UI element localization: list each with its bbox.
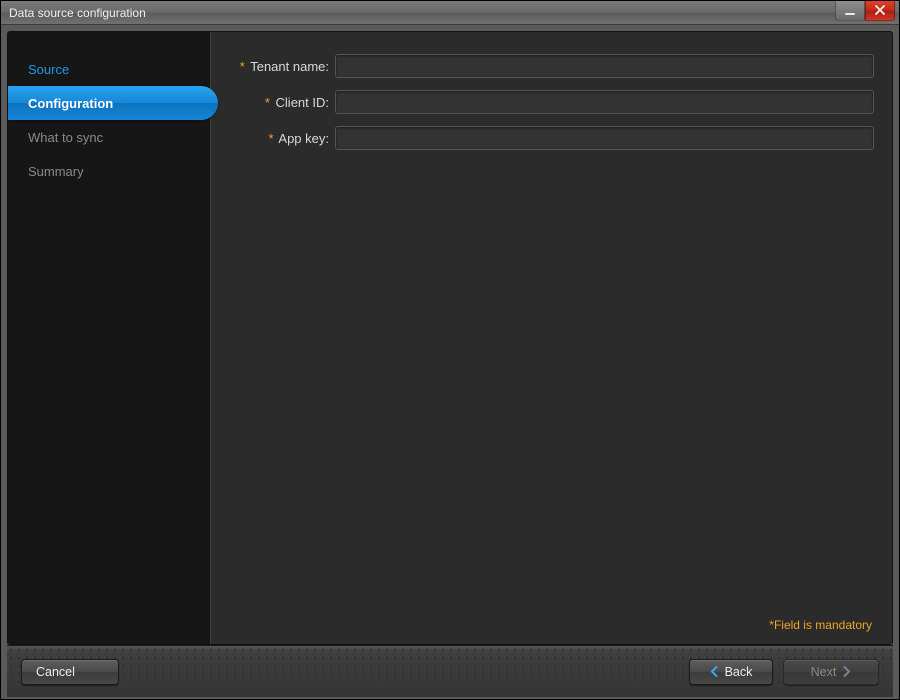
minimize-button[interactable] [835, 1, 865, 21]
button-label: Next [811, 665, 837, 679]
sidebar-item-what-to-sync[interactable]: What to sync [8, 120, 210, 154]
required-asterisk: * [268, 131, 273, 146]
form-area: * Tenant name: * Client ID: * App ke [211, 32, 892, 644]
chevron-right-icon [842, 666, 851, 677]
close-icon [875, 2, 885, 20]
footer-bar: Cancel Back Next [7, 645, 893, 697]
window-controls [835, 1, 899, 24]
title-bar: Data source configuration [1, 1, 899, 25]
dialog-window: Data source configuration Source Configu… [0, 0, 900, 700]
label-text: App key: [278, 131, 329, 146]
tenant-name-label: * Tenant name: [217, 59, 335, 74]
sidebar-item-summary[interactable]: Summary [8, 154, 210, 188]
sidebar-item-label: Configuration [28, 96, 113, 111]
label-text: Tenant name: [250, 59, 329, 74]
body-frame: Source Configuration What to sync Summar… [1, 25, 899, 699]
minimize-icon [845, 13, 855, 15]
wizard-sidebar: Source Configuration What to sync Summar… [8, 32, 211, 644]
cancel-button[interactable]: Cancel [21, 659, 119, 685]
required-asterisk: * [240, 59, 245, 74]
sidebar-item-label: Source [28, 62, 69, 77]
form-row-client-id: * Client ID: [217, 90, 874, 114]
button-label: Cancel [36, 665, 75, 679]
sidebar-item-label: What to sync [28, 130, 103, 145]
client-id-label: * Client ID: [217, 95, 335, 110]
app-key-label: * App key: [217, 131, 335, 146]
sidebar-item-source[interactable]: Source [8, 52, 210, 86]
chevron-left-icon [710, 666, 719, 677]
button-label: Back [725, 665, 753, 679]
mandatory-field-note: *Field is mandatory [769, 618, 872, 632]
app-key-input[interactable] [335, 126, 874, 150]
form-row-tenant-name: * Tenant name: [217, 54, 874, 78]
content-panel: Source Configuration What to sync Summar… [7, 31, 893, 645]
client-id-input[interactable] [335, 90, 874, 114]
sidebar-item-label: Summary [28, 164, 84, 179]
next-button[interactable]: Next [783, 659, 879, 685]
tenant-name-input[interactable] [335, 54, 874, 78]
window-title: Data source configuration [9, 6, 835, 20]
required-asterisk: * [265, 95, 270, 110]
label-text: Client ID: [276, 95, 329, 110]
form-row-app-key: * App key: [217, 126, 874, 150]
sidebar-item-configuration[interactable]: Configuration [8, 86, 218, 120]
back-button[interactable]: Back [689, 659, 773, 685]
close-button[interactable] [865, 1, 895, 21]
